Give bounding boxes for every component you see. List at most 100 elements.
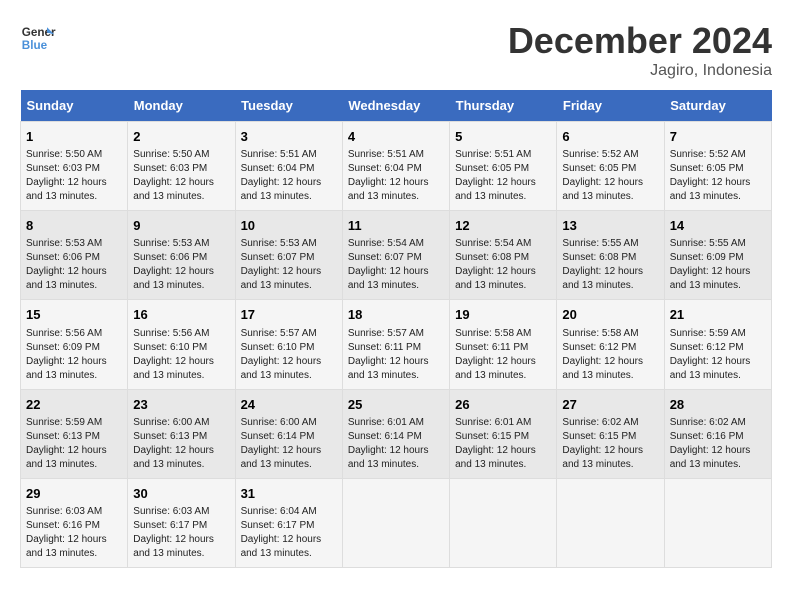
day-details: Sunrise: 5:59 AMSunset: 6:13 PMDaylight:… <box>26 416 122 472</box>
calendar-cell: 10Sunrise: 5:53 AMSunset: 6:07 PMDayligh… <box>235 211 342 300</box>
day-number: 24 <box>241 396 337 414</box>
day-details: Sunrise: 5:50 AMSunset: 6:03 PMDaylight:… <box>26 148 122 204</box>
day-number: 31 <box>241 485 337 503</box>
day-number: 7 <box>670 128 766 146</box>
calendar-cell: 11 Sunrise: 5:54 AMSunset: 6:07 PMDayligh… <box>342 211 449 300</box>
calendar-cell: 20 Sunrise: 5:58 AMSunset: 6:12 PMDayligh… <box>557 300 664 389</box>
month-title: December 2024 <box>508 20 772 62</box>
day-number: 12 <box>455 217 551 235</box>
day-details: Sunrise: 5:52 AMSunset: 6:05 PMDaylight:… <box>670 148 766 204</box>
day-number: 15 <box>26 306 122 324</box>
calendar-cell: 16 Sunrise: 5:56 AMSunset: 6:10 PMDayligh… <box>128 300 235 389</box>
calendar-cell: 7 Sunrise: 5:52 AMSunset: 6:05 PMDaylight… <box>664 122 771 211</box>
day-details: Sunrise: 5:56 AMSunset: 6:10 PMDaylight:… <box>133 327 229 383</box>
day-details: Sunrise: 5:50 AMSunset: 6:03 PMDaylight:… <box>133 148 229 204</box>
day-details: Sunrise: 6:01 AMSunset: 6:14 PMDaylight:… <box>348 416 444 472</box>
calendar-cell: 14 Sunrise: 5:55 AMSunset: 6:09 PMDayligh… <box>664 211 771 300</box>
page-header: General Blue December 2024 Jagiro, Indon… <box>20 20 772 80</box>
day-details: Sunrise: 5:52 AMSunset: 6:05 PMDaylight:… <box>562 148 658 204</box>
calendar-header-saturday: Saturday <box>664 90 771 122</box>
location: Jagiro, Indonesia <box>508 62 772 80</box>
calendar-cell <box>664 478 771 567</box>
day-details: Sunrise: 5:51 AMSunset: 6:04 PMDaylight:… <box>348 148 444 204</box>
calendar-week-row: 1 Sunrise: 5:50 AMSunset: 6:03 PMDaylight… <box>21 122 772 211</box>
calendar-cell <box>557 478 664 567</box>
day-number: 1 <box>26 128 122 146</box>
day-number: 19 <box>455 306 551 324</box>
day-number: 28 <box>670 396 766 414</box>
calendar-week-row: 29 Sunrise: 6:03 AMSunset: 6:16 PMDayligh… <box>21 478 772 567</box>
day-details: Sunrise: 5:58 AMSunset: 6:11 PMDaylight:… <box>455 327 551 383</box>
day-details: Sunrise: 5:51 AMSunset: 6:05 PMDaylight:… <box>455 148 551 204</box>
day-number: 11 <box>348 217 444 235</box>
calendar-cell: 24 Sunrise: 6:00 AMSunset: 6:14 PMDayligh… <box>235 389 342 478</box>
day-details: Sunrise: 5:53 AMSunset: 6:07 PMDaylight:… <box>241 237 337 293</box>
day-details: Sunrise: 6:01 AMSunset: 6:15 PMDaylight:… <box>455 416 551 472</box>
calendar-cell: 21Sunrise: 5:59 AMSunset: 6:12 PMDayligh… <box>664 300 771 389</box>
calendar-cell: 18 Sunrise: 5:57 AMSunset: 6:11 PMDayligh… <box>342 300 449 389</box>
calendar-cell <box>342 478 449 567</box>
calendar-header-row: SundayMondayTuesdayWednesdayThursdayFrid… <box>21 90 772 122</box>
day-details: Sunrise: 5:53 AMSunset: 6:06 PMDaylight:… <box>26 237 122 293</box>
calendar-cell: 12 Sunrise: 5:54 AMSunset: 6:08 PMDayligh… <box>450 211 557 300</box>
day-number: 27 <box>562 396 658 414</box>
calendar-header-monday: Monday <box>128 90 235 122</box>
day-details: Sunrise: 5:55 AMSunset: 6:09 PMDaylight:… <box>670 237 766 293</box>
calendar-cell: 15Sunrise: 5:56 AMSunset: 6:09 PMDayligh… <box>21 300 128 389</box>
day-details: Sunrise: 6:04 AMSunset: 6:17 PMDaylight:… <box>241 505 337 561</box>
calendar-cell: 6Sunrise: 5:52 AMSunset: 6:05 PMDaylight… <box>557 122 664 211</box>
day-number: 29 <box>26 485 122 503</box>
day-details: Sunrise: 5:57 AMSunset: 6:11 PMDaylight:… <box>348 327 444 383</box>
calendar-week-row: 15Sunrise: 5:56 AMSunset: 6:09 PMDayligh… <box>21 300 772 389</box>
calendar-cell: 9Sunrise: 5:53 AMSunset: 6:06 PMDaylight… <box>128 211 235 300</box>
day-details: Sunrise: 5:58 AMSunset: 6:12 PMDaylight:… <box>562 327 658 383</box>
calendar-cell: 13 Sunrise: 5:55 AMSunset: 6:08 PMDayligh… <box>557 211 664 300</box>
day-number: 25 <box>348 396 444 414</box>
calendar-header-sunday: Sunday <box>21 90 128 122</box>
day-number: 20 <box>562 306 658 324</box>
day-details: Sunrise: 5:54 AMSunset: 6:07 PMDaylight:… <box>348 237 444 293</box>
calendar-week-row: 22 Sunrise: 5:59 AMSunset: 6:13 PMDayligh… <box>21 389 772 478</box>
calendar-cell: 3 Sunrise: 5:51 AMSunset: 6:04 PMDaylight… <box>235 122 342 211</box>
calendar-cell: 23 Sunrise: 6:00 AMSunset: 6:13 PMDayligh… <box>128 389 235 478</box>
calendar-header-wednesday: Wednesday <box>342 90 449 122</box>
calendar-cell: 25 Sunrise: 6:01 AMSunset: 6:14 PMDayligh… <box>342 389 449 478</box>
day-number: 22 <box>26 396 122 414</box>
calendar-cell: 17Sunrise: 5:57 AMSunset: 6:10 PMDayligh… <box>235 300 342 389</box>
day-number: 13 <box>562 217 658 235</box>
day-number: 3 <box>241 128 337 146</box>
day-number: 18 <box>348 306 444 324</box>
day-details: Sunrise: 6:02 AMSunset: 6:15 PMDaylight:… <box>562 416 658 472</box>
calendar-cell: 26 Sunrise: 6:01 AMSunset: 6:15 PMDayligh… <box>450 389 557 478</box>
day-number: 4 <box>348 128 444 146</box>
day-number: 5 <box>455 128 551 146</box>
day-details: Sunrise: 5:54 AMSunset: 6:08 PMDaylight:… <box>455 237 551 293</box>
day-details: Sunrise: 6:00 AMSunset: 6:14 PMDaylight:… <box>241 416 337 472</box>
calendar-cell: 29 Sunrise: 6:03 AMSunset: 6:16 PMDayligh… <box>21 478 128 567</box>
day-details: Sunrise: 6:03 AMSunset: 6:16 PMDaylight:… <box>26 505 122 561</box>
day-details: Sunrise: 5:55 AMSunset: 6:08 PMDaylight:… <box>562 237 658 293</box>
day-details: Sunrise: 5:51 AMSunset: 6:04 PMDaylight:… <box>241 148 337 204</box>
day-details: Sunrise: 6:02 AMSunset: 6:16 PMDaylight:… <box>670 416 766 472</box>
logo-icon: General Blue <box>20 20 56 56</box>
logo: General Blue <box>20 20 56 56</box>
day-number: 8 <box>26 217 122 235</box>
day-number: 2 <box>133 128 229 146</box>
day-number: 23 <box>133 396 229 414</box>
calendar-table: SundayMondayTuesdayWednesdayThursdayFrid… <box>20 90 772 568</box>
day-number: 14 <box>670 217 766 235</box>
calendar-cell: 1 Sunrise: 5:50 AMSunset: 6:03 PMDaylight… <box>21 122 128 211</box>
day-number: 26 <box>455 396 551 414</box>
calendar-cell: 8 Sunrise: 5:53 AMSunset: 6:06 PMDaylight… <box>21 211 128 300</box>
day-number: 16 <box>133 306 229 324</box>
calendar-cell: 19 Sunrise: 5:58 AMSunset: 6:11 PMDayligh… <box>450 300 557 389</box>
day-number: 9 <box>133 217 229 235</box>
calendar-cell: 5 Sunrise: 5:51 AMSunset: 6:05 PMDaylight… <box>450 122 557 211</box>
calendar-cell <box>450 478 557 567</box>
day-details: Sunrise: 6:00 AMSunset: 6:13 PMDaylight:… <box>133 416 229 472</box>
calendar-header-friday: Friday <box>557 90 664 122</box>
calendar-cell: 4 Sunrise: 5:51 AMSunset: 6:04 PMDaylight… <box>342 122 449 211</box>
calendar-cell: 31 Sunrise: 6:04 AMSunset: 6:17 PMDayligh… <box>235 478 342 567</box>
calendar-cell: 2 Sunrise: 5:50 AMSunset: 6:03 PMDaylight… <box>128 122 235 211</box>
day-details: Sunrise: 5:57 AMSunset: 6:10 PMDaylight:… <box>241 327 337 383</box>
